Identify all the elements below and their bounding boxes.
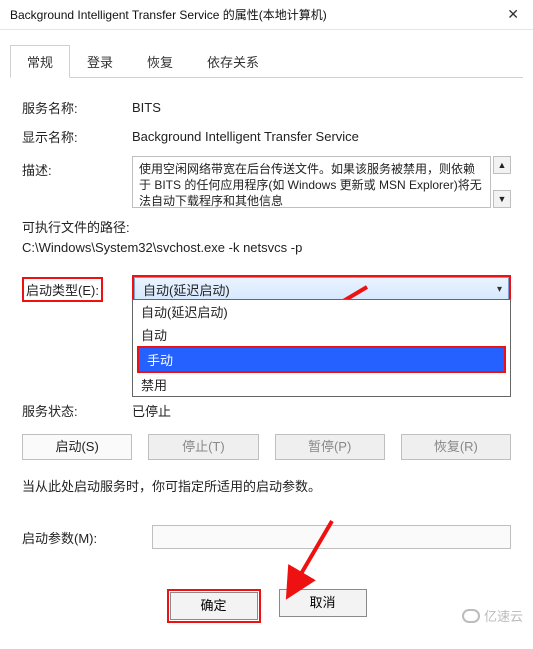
option-label: 禁用 [141,378,167,393]
startup-type-dropdown: 自动(延迟启动) 自动 手动 禁用 [132,299,511,397]
chevron-down-icon: ▾ [497,284,502,295]
tab-strip: 常规 登录 恢复 依存关系 [10,44,523,78]
option-label: 手动 [147,353,173,368]
label-service-name: 服务名称: [22,98,132,117]
service-control-buttons: 启动(S) 停止(T) 暂停(P) 恢复(R) [22,434,511,460]
annotation-box-ok: 确定 [167,589,261,623]
label-startup-params: 启动参数(M): [22,528,152,547]
close-icon[interactable]: ✕ [501,6,525,23]
label-startup-type-text: 启动类型(E): [26,283,99,298]
ok-button[interactable]: 确定 [170,592,258,620]
button-label: 暂停(P) [308,439,351,454]
tab-dependencies[interactable]: 依存关系 [190,45,276,78]
value-service-name: BITS [132,100,511,115]
value-service-status: 已停止 [132,401,511,420]
titlebar: Background Intelligent Transfer Service … [0,0,533,30]
resume-button: 恢复(R) [401,434,511,460]
label-description: 描述: [22,156,132,179]
start-button[interactable]: 启动(S) [22,434,132,460]
startup-option-disabled[interactable]: 禁用 [133,373,510,396]
button-label: 停止(T) [182,439,225,454]
tab-label: 常规 [27,55,53,70]
tab-panel-general: 服务名称: BITS 显示名称: Background Intelligent … [0,78,533,567]
startup-params-hint: 当从此处启动服务时，你可指定所适用的启动参数。 [22,476,511,495]
startup-option-auto[interactable]: 自动 [133,323,510,346]
watermark: 亿速云 [462,606,523,625]
option-label: 自动 [141,328,167,343]
startup-type-combo[interactable]: 自动(延迟启动) ▾ [134,277,509,301]
button-label: 取消 [309,595,335,610]
pause-button: 暂停(P) [275,434,385,460]
stop-button: 停止(T) [148,434,258,460]
description-scroll: ▲ ▼ [493,156,511,208]
startup-type-combo-wrap: 自动(延迟启动) ▾ 自动(延迟启动) 自动 手动 禁用 [132,275,511,303]
cloud-icon [462,609,480,623]
cancel-button[interactable]: 取消 [279,589,367,617]
description-text: 使用空闲网络带宽在后台传送文件。如果该服务被禁用，则依赖于 BITS 的任何应用… [132,156,491,208]
tab-general[interactable]: 常规 [10,45,70,78]
startup-option-manual[interactable]: 手动 [139,348,504,371]
label-exe-path: 可执行文件的路径: [22,218,511,238]
tab-label: 登录 [87,55,113,70]
button-label: 启动(S) [55,439,98,454]
exe-path-block: 可执行文件的路径: C:\Windows\System32\svchost.ex… [22,218,511,257]
startup-option-auto-delayed[interactable]: 自动(延迟启动) [133,300,510,323]
option-label: 自动(延迟启动) [141,305,228,320]
dialog-footer: 确定 取消 亿速云 [0,567,533,633]
annotation-box-manual: 手动 [137,346,506,373]
scroll-up-icon[interactable]: ▲ [493,156,511,174]
tab-label: 恢复 [147,55,173,70]
label-service-status: 服务状态: [22,401,132,420]
button-label: 恢复(R) [434,439,478,454]
value-exe-path: C:\Windows\System32\svchost.exe -k netsv… [22,238,511,258]
scroll-down-icon[interactable]: ▼ [493,190,511,208]
combo-selected-value: 自动(延迟启动) [143,280,230,299]
label-startup-type: 启动类型(E): [22,277,132,302]
startup-params-input[interactable] [152,525,511,549]
tab-label: 依存关系 [207,55,259,70]
annotation-box-startup-label: 启动类型(E): [22,277,103,302]
tab-recovery[interactable]: 恢复 [130,45,190,78]
tab-logon[interactable]: 登录 [70,45,130,78]
window-title: Background Intelligent Transfer Service … [10,6,327,23]
value-display-name: Background Intelligent Transfer Service [132,129,511,144]
watermark-text: 亿速云 [484,606,523,625]
button-label: 确定 [200,598,226,613]
label-display-name: 显示名称: [22,127,132,146]
